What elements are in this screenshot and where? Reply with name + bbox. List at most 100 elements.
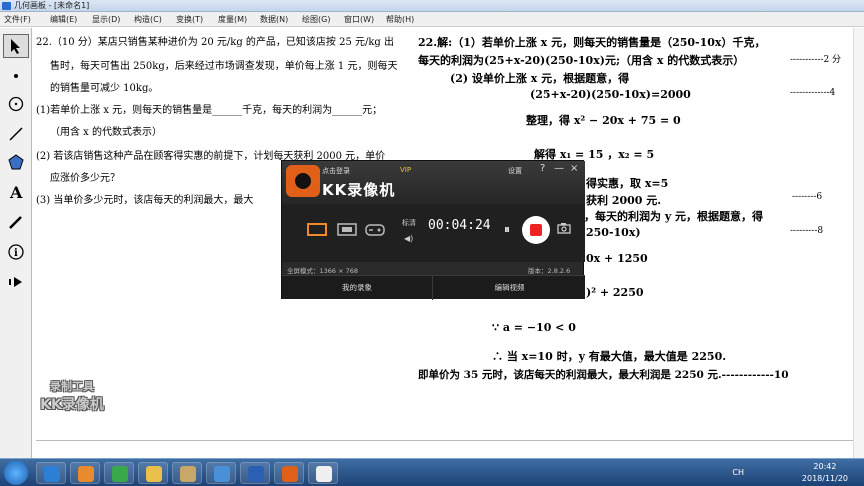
taskbar-media[interactable] — [70, 462, 100, 484]
taskbar-ie[interactable] — [36, 462, 66, 484]
solution-line: 250-10x) — [586, 226, 641, 239]
problem-line: 的销售量可减少 10kg。 — [50, 83, 159, 94]
recorder-tabs: 我的录象 编辑视频 — [282, 275, 585, 300]
problem-line: (3) 当单价多少元时，该店每天的利润最大，最大 — [36, 195, 254, 206]
pause-button[interactable]: ⏸ — [504, 222, 510, 237]
fullscreen-mode-icon[interactable] — [306, 222, 328, 238]
score-mark: --------6 — [792, 192, 823, 202]
menu-bar: 文件(F) 编辑(E) 显示(D) 构造(C) 变换(T) 度量(M) 数据(N… — [0, 12, 864, 27]
quality-selector[interactable]: 标清 — [402, 218, 416, 228]
taskbar-player[interactable] — [308, 462, 338, 484]
title-bar: 几何画板 - [未命名1] — [0, 0, 864, 12]
help-icon[interactable]: ? — [540, 163, 545, 174]
score-mark: -------------4 — [790, 88, 836, 98]
ime-indicator[interactable]: CH — [732, 468, 744, 477]
solution-line: (25+x-20)(250-10x)=2000 — [530, 88, 691, 101]
taskbar-kk-recorder[interactable] — [274, 462, 304, 484]
menu-help[interactable]: 帮助(H) — [386, 13, 414, 26]
game-mode-icon[interactable] — [364, 222, 386, 238]
menu-edit[interactable]: 编辑(E) — [50, 13, 77, 26]
vertical-scrollbar[interactable] — [853, 28, 864, 458]
solution-line: 得实惠，取 x=5 — [586, 177, 669, 190]
edit-video-button[interactable]: 编辑视频 — [434, 276, 585, 300]
stop-record-button[interactable] — [522, 216, 550, 244]
svg-text:A: A — [9, 183, 23, 201]
taskbar: CH 20:42 2018/11/20 — [0, 458, 864, 486]
line-tool[interactable] — [3, 122, 29, 146]
solution-line: 每天的利润为(25+x-20)(250-10x)元;（用含 x 的代数式表示） — [418, 54, 745, 67]
menu-window[interactable]: 窗口(W) — [344, 13, 374, 26]
screenshot-icon[interactable] — [557, 222, 571, 234]
watermark-line-1: 录制工具 — [50, 380, 94, 393]
score-mark: -----------2 分 — [790, 55, 842, 65]
region-mode-icon[interactable] — [336, 222, 358, 238]
problem-line: (1)若单价上涨 x 元，则每天的销售量是______千克，每天的利润为____… — [36, 105, 383, 116]
taskbar-app[interactable] — [172, 462, 202, 484]
solution-line: ，每天的利润为 y 元，根据题意，得 — [584, 210, 764, 223]
solution-line: 获利 2000 元. — [586, 194, 662, 207]
recorder-controls: 标清 ◀) 00:04:24 ⏸ — [282, 204, 585, 262]
my-recordings-button[interactable]: 我的录象 — [282, 276, 433, 300]
text-tool[interactable]: A — [3, 180, 29, 204]
problem-line: （用含 x 的代数式表示） — [50, 127, 162, 138]
watermark-line-2: KK录像机 — [40, 397, 104, 413]
tool-palette: A i — [0, 28, 32, 458]
custom-tool[interactable] — [3, 270, 29, 294]
solution-line: )² + 2250 — [586, 286, 644, 299]
score-mark: ---------8 — [790, 226, 824, 236]
system-clock[interactable]: 20:42 2018/11/20 — [802, 461, 848, 485]
settings-link[interactable]: 设置 — [508, 166, 522, 176]
recorder-watermark: 录制工具 KK录像机 — [36, 378, 108, 414]
fullscreen-mode-info: 全屏模式：1366 × 768 — [287, 267, 359, 275]
solution-line: 整理，得 x² − 20x + 75 = 0 — [526, 114, 681, 127]
close-icon[interactable]: × — [570, 163, 578, 174]
minimize-icon[interactable]: — — [554, 163, 564, 174]
text-tool-icon: A — [9, 183, 23, 201]
solution-line: (2) 设单价上涨 x 元，根据题意，得 — [450, 72, 630, 85]
marker-tool-icon — [9, 216, 22, 229]
record-timer: 00:04:24 — [428, 218, 491, 233]
compass-tool[interactable] — [3, 92, 29, 116]
menu-graph[interactable]: 绘图(G) — [302, 13, 330, 26]
info-tool-icon: i — [8, 244, 24, 260]
taskbar-sketchpad[interactable] — [206, 462, 236, 484]
point-tool-icon — [14, 74, 18, 78]
polygon-tool-icon — [8, 154, 24, 170]
svg-text:i: i — [14, 248, 18, 259]
login-link[interactable]: 点击登录 — [322, 166, 350, 176]
select-arrow-tool[interactable] — [3, 34, 29, 58]
start-button[interactable] — [4, 461, 28, 485]
app-icon — [2, 2, 11, 10]
vip-badge[interactable]: VIP — [400, 166, 411, 174]
line-tool-icon — [9, 127, 23, 141]
page-divider — [36, 440, 853, 441]
marker-tool[interactable] — [3, 210, 29, 234]
solution-line: ∴ 当 x=10 时，y 有最大值，最大值是 2250. — [492, 350, 727, 363]
solution-line: ∵ a = −10 < 0 — [492, 321, 576, 334]
taskbar-word[interactable] — [240, 462, 270, 484]
volume-icon[interactable]: ◀) — [404, 234, 413, 243]
solution-line: 22.解:（1）若单价上涨 x 元，则每天的销售量是（250-10x）千克， — [418, 36, 766, 49]
stop-icon — [530, 224, 542, 236]
polygon-tool[interactable] — [3, 150, 29, 174]
version-info: 版本：2.8.2.6 — [528, 267, 571, 275]
solution-line: 0x + 1250 — [586, 252, 648, 265]
select-arrow-icon — [11, 39, 20, 54]
solution-line: 即单价为 35 元时，该店每天的利润最大，最大利润是 2250 元.------… — [418, 369, 789, 381]
taskbar-folder[interactable] — [138, 462, 168, 484]
menu-construct[interactable]: 构造(C) — [134, 13, 162, 26]
menu-transform[interactable]: 变换(T) — [176, 13, 203, 26]
menu-measure[interactable]: 度量(M) — [218, 13, 247, 26]
problem-line: 应涨价多少元？ — [50, 173, 120, 184]
menu-file[interactable]: 文件(F) — [4, 13, 31, 26]
taskbar-browser[interactable] — [104, 462, 134, 484]
kk-recorder-window[interactable]: 点击登录 VIP KK录像机 设置 ? — × 标清 ◀) 00:04:24 ⏸… — [281, 160, 585, 300]
menu-display[interactable]: 显示(D) — [92, 13, 120, 26]
clock-time: 20:42 — [813, 462, 837, 471]
point-tool[interactable] — [3, 64, 29, 88]
clock-date: 2018/11/20 — [801, 474, 848, 483]
menu-data[interactable]: 数据(N) — [260, 13, 288, 26]
window-title: 几何画板 - [未命名1] — [14, 1, 90, 10]
info-tool[interactable]: i — [3, 240, 29, 264]
problem-line: 售时，每天可售出 250kg，后来经过市场调查发现，单价每上涨 1 元，则每天 — [50, 61, 398, 72]
